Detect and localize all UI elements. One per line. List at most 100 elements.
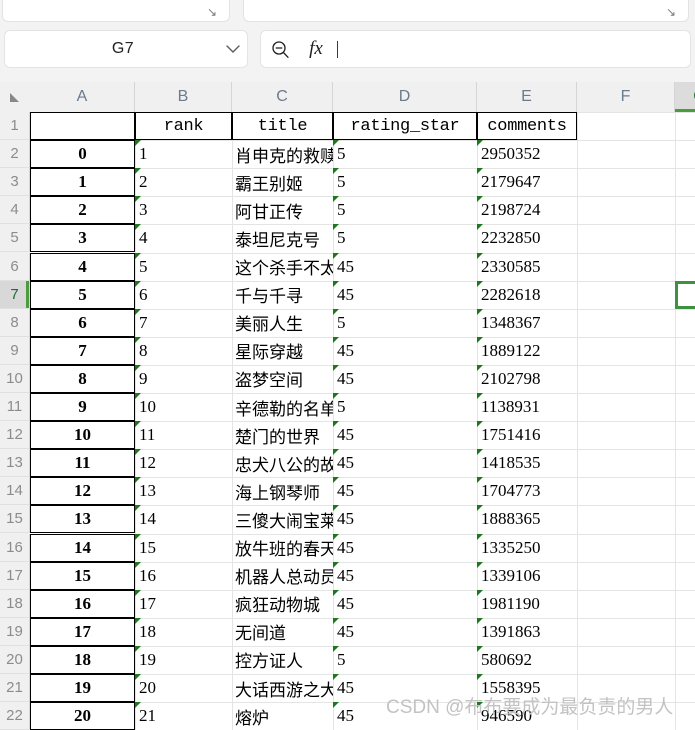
row-header-7[interactable]: 7 <box>0 280 30 309</box>
cell-d11[interactable]: 5 <box>333 393 477 421</box>
cell-d19[interactable]: 45 <box>333 617 477 646</box>
cell-c14[interactable]: 海上钢琴师 <box>232 477 333 505</box>
row-header-20[interactable]: 20 <box>0 645 30 674</box>
cell-e19[interactable]: 1391863 <box>477 617 577 646</box>
cell-b5[interactable]: 4 <box>135 224 232 252</box>
cell-d21[interactable]: 45 <box>333 674 477 702</box>
cell-d14[interactable]: 45 <box>333 477 477 505</box>
cell-a9[interactable]: 7 <box>30 336 135 365</box>
cell-b17[interactable]: 16 <box>135 561 232 590</box>
cell-e9[interactable]: 1889122 <box>477 336 577 365</box>
row-header-12[interactable]: 12 <box>0 421 30 450</box>
cell-c20[interactable]: 控方证人 <box>232 646 333 674</box>
cell-d10[interactable]: 45 <box>333 364 477 393</box>
cell-d18[interactable]: 45 <box>333 589 477 618</box>
cell-e13[interactable]: 1418535 <box>477 449 577 477</box>
formula-bar[interactable]: fx <box>260 30 691 68</box>
cell-d13[interactable]: 45 <box>333 449 477 477</box>
cell-d1[interactable]: rating_star <box>333 112 477 141</box>
cell-d7[interactable]: 45 <box>333 280 477 309</box>
row-header-17[interactable]: 17 <box>0 561 30 590</box>
cell-e11[interactable]: 1138931 <box>477 393 577 421</box>
cell-b21[interactable]: 20 <box>135 674 232 702</box>
cell-a22[interactable]: 20 <box>30 702 135 730</box>
row-header-4[interactable]: 4 <box>0 196 30 225</box>
cell-c21[interactable]: 大话西游之大圣娶亲 <box>232 674 333 702</box>
cell-c6[interactable]: 这个杀手不太冷 <box>232 253 333 281</box>
fx-icon[interactable]: fx <box>299 38 333 60</box>
row-header-1[interactable]: 1 <box>0 112 30 141</box>
cell-c16[interactable]: 放牛班的春天 <box>232 534 333 562</box>
cell-a19[interactable]: 17 <box>30 617 135 646</box>
cell-b2[interactable]: 1 <box>135 140 232 168</box>
dialog-launcher-icon-left[interactable]: ↘ <box>207 6 219 18</box>
column-header-a[interactable]: A <box>30 82 135 112</box>
cell-a8[interactable]: 6 <box>30 308 135 337</box>
cell-d5[interactable]: 5 <box>333 224 477 252</box>
cell-d22[interactable]: 45 <box>333 702 477 730</box>
cell-c7[interactable]: 千与千寻 <box>232 281 333 309</box>
cell-d8[interactable]: 5 <box>333 308 477 337</box>
cell-c19[interactable]: 无间道 <box>232 618 333 646</box>
row-header-6[interactable]: 6 <box>0 252 30 281</box>
cell-d16[interactable]: 45 <box>333 533 477 562</box>
cell-a15[interactable]: 13 <box>30 505 135 534</box>
column-header-c[interactable]: C <box>232 82 333 112</box>
column-header-e[interactable]: E <box>477 82 577 112</box>
cell-a13[interactable]: 11 <box>30 449 135 478</box>
cell-a14[interactable]: 12 <box>30 477 135 506</box>
row-header-2[interactable]: 2 <box>0 140 30 169</box>
cell-c22[interactable]: 熔炉 <box>232 702 333 730</box>
cell-e14[interactable]: 1704773 <box>477 477 577 505</box>
cell-d6[interactable]: 45 <box>333 252 477 281</box>
cell-b8[interactable]: 7 <box>135 308 232 337</box>
cell-b10[interactable]: 9 <box>135 364 232 393</box>
cell-c8[interactable]: 美丽人生 <box>232 309 333 337</box>
cell-b11[interactable]: 10 <box>135 393 232 421</box>
cell-c5[interactable]: 泰坦尼克号 <box>232 224 333 252</box>
cell-b1[interactable]: rank <box>135 112 232 141</box>
cell-b7[interactable]: 6 <box>135 280 232 309</box>
cell-e21[interactable]: 1558395 <box>477 674 577 702</box>
cell-a18[interactable]: 16 <box>30 589 135 618</box>
cell-b15[interactable]: 14 <box>135 505 232 533</box>
cell-b14[interactable]: 13 <box>135 477 232 505</box>
cell-e15[interactable]: 1888365 <box>477 505 577 533</box>
cell-e4[interactable]: 2198724 <box>477 196 577 224</box>
cell-b9[interactable]: 8 <box>135 336 232 365</box>
cell-c10[interactable]: 盗梦空间 <box>232 365 333 393</box>
cell-b16[interactable]: 15 <box>135 533 232 562</box>
cell-e17[interactable]: 1339106 <box>477 561 577 590</box>
formula-input[interactable] <box>338 31 690 67</box>
column-header-g[interactable]: G <box>675 82 695 112</box>
cell-b18[interactable]: 17 <box>135 589 232 618</box>
cell-b4[interactable]: 3 <box>135 196 232 224</box>
column-header-b[interactable]: B <box>135 82 232 112</box>
cell-a16[interactable]: 14 <box>30 533 135 562</box>
cell-c15[interactable]: 三傻大闹宝莱坞 <box>232 505 333 533</box>
cell-d2[interactable]: 5 <box>333 140 477 168</box>
cells-surface[interactable]: rank title rating_star comments 0 1 肖申克的救赎 5 295… <box>30 112 695 730</box>
row-header-10[interactable]: 10 <box>0 364 30 393</box>
cell-e8[interactable]: 1348367 <box>477 308 577 337</box>
cell-e18[interactable]: 1981190 <box>477 589 577 618</box>
cell-e2[interactable]: 2950352 <box>477 140 577 168</box>
cell-e1[interactable]: comments <box>477 112 577 141</box>
cell-a7[interactable]: 5 <box>30 280 135 309</box>
cell-e5[interactable]: 2232850 <box>477 224 577 252</box>
row-header-13[interactable]: 13 <box>0 449 30 478</box>
cell-a21[interactable]: 19 <box>30 674 135 703</box>
cell-c11[interactable]: 辛德勒的名单 <box>232 393 333 421</box>
cell-d12[interactable]: 45 <box>333 421 477 449</box>
row-header-18[interactable]: 18 <box>0 589 30 618</box>
cell-a17[interactable]: 15 <box>30 561 135 590</box>
cell-c17[interactable]: 机器人总动员 <box>232 562 333 590</box>
cell-e12[interactable]: 1751416 <box>477 421 577 449</box>
cell-b20[interactable]: 19 <box>135 645 232 674</box>
cell-a2[interactable]: 0 <box>30 140 135 169</box>
cell-b12[interactable]: 11 <box>135 421 232 449</box>
row-header-16[interactable]: 16 <box>0 533 30 562</box>
row-header-19[interactable]: 19 <box>0 617 30 646</box>
cell-b3[interactable]: 2 <box>135 168 232 196</box>
cell-a4[interactable]: 2 <box>30 196 135 225</box>
